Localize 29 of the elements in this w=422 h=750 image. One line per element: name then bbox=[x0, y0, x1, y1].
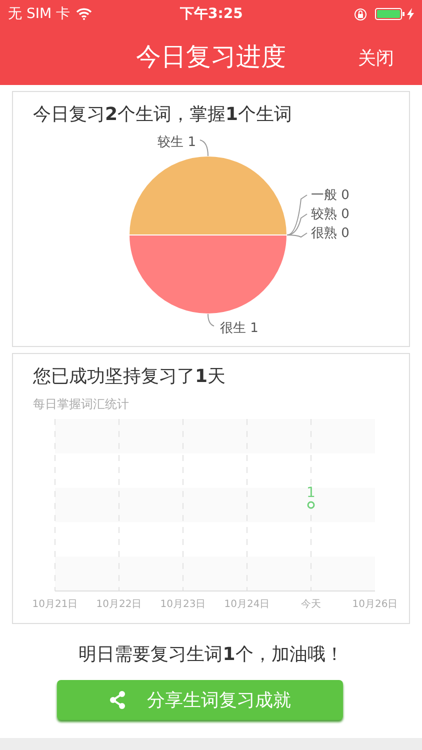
axis-label: 10月21日 bbox=[32, 599, 78, 610]
share-button[interactable]: 分享生词复习成就 bbox=[57, 680, 343, 720]
pie-label: 很熟 0 bbox=[311, 226, 350, 241]
close-button[interactable]: 关闭 bbox=[354, 42, 398, 74]
review-summary-text: 今日复习2个生词，掌握1个生词 bbox=[33, 104, 292, 125]
data-label: 1 bbox=[306, 485, 316, 501]
axis-label: 10月26日 bbox=[352, 599, 398, 610]
wifi-icon bbox=[76, 8, 92, 20]
streak-text: 您已成功坚持复习了1天 bbox=[33, 366, 226, 387]
pie-label: 很生 1 bbox=[220, 321, 258, 336]
chart-title: 每日掌握词汇统计 bbox=[33, 396, 129, 413]
axis-label: 10月24日 bbox=[224, 599, 270, 610]
rotation-lock-icon bbox=[354, 8, 367, 20]
status-time: 下午3:25 bbox=[180, 5, 243, 23]
battery-icon bbox=[375, 8, 405, 20]
data-point bbox=[307, 501, 315, 509]
axis-label: 10月23日 bbox=[160, 599, 206, 610]
share-icon bbox=[109, 691, 127, 709]
charging-icon bbox=[407, 8, 414, 20]
pie-label: 较生 1 bbox=[158, 135, 196, 150]
leader-line bbox=[200, 140, 208, 156]
screen-title: 今日复习进度 bbox=[136, 41, 286, 73]
pie-label: 一般 0 bbox=[311, 188, 350, 203]
tomorrow-text: 明日需要复习生词1个，加油哦！ bbox=[78, 644, 344, 665]
axis-label: 今天 bbox=[301, 599, 321, 610]
axis-label: 10月22日 bbox=[96, 599, 142, 610]
pie-label: 较熟 0 bbox=[311, 207, 350, 222]
carrier-text: 无 SIM 卡 bbox=[8, 5, 70, 23]
leader-line bbox=[208, 314, 214, 326]
